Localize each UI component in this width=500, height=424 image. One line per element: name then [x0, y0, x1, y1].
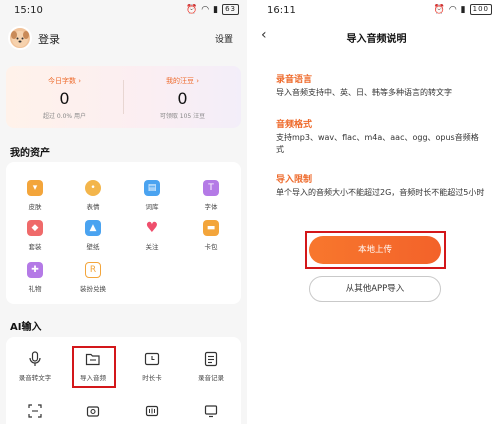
ai-label: 录音记录	[198, 374, 224, 382]
dog-avatar-icon	[11, 31, 29, 47]
alarm-icon: ⏰	[186, 4, 199, 15]
ai-item-video[interactable]	[123, 403, 181, 419]
asset-item-cardpack[interactable]: ▬ 卡包	[182, 220, 240, 251]
asset-label: 礼物	[28, 285, 42, 293]
wifi-icon: ◠	[201, 4, 211, 15]
exchange-icon: R	[85, 262, 101, 278]
asset-item-skin[interactable]: ▾ 皮肤	[6, 180, 64, 211]
battery-icon: 100	[469, 4, 492, 15]
gift-icon: ✚	[27, 262, 43, 278]
status-icons: ⏰ ◠ ▮ 63	[186, 4, 239, 15]
ai-item-scan[interactable]	[6, 403, 64, 419]
clock-card-icon	[144, 351, 160, 367]
highlight-local-upload	[305, 231, 446, 269]
status-bar: 15:10 ⏰ ◠ ▮ 63	[0, 0, 247, 22]
stat-subtext: 可领取 105 汪豆	[159, 113, 206, 120]
stats-card: 今日字数 › 0 超过 0.0% 用户 我的汪豆 › 0 可领取 105 汪豆	[6, 66, 241, 128]
asset-item-wallpaper[interactable]: ▲ 壁纸	[64, 220, 122, 251]
ai-label: 时长卡	[142, 374, 162, 382]
asset-item-exchange[interactable]: R 装扮兑换	[64, 262, 122, 293]
ai-label: 录音转文字	[18, 374, 52, 382]
wallpaper-icon: ▲	[85, 220, 101, 236]
battery-icon: 63	[222, 4, 239, 15]
signal-icon: ▮	[460, 4, 467, 15]
ai-input-title: AI输入	[10, 322, 42, 333]
asset-label: 字体	[204, 203, 218, 211]
asset-item-suit[interactable]: ◆ 套装	[6, 220, 64, 251]
font-icon: T	[203, 180, 219, 196]
wifi-icon: ◠	[448, 4, 458, 15]
wangdou-stat[interactable]: 我的汪豆 › 0 可领取 105 汪豆	[124, 66, 241, 128]
login-link[interactable]: 登录	[38, 31, 60, 47]
section-body-language: 导入音频支持中、英、日、韩等多种语言的转文字	[276, 88, 452, 97]
scan-icon	[27, 403, 43, 419]
record-list-icon	[203, 351, 219, 367]
asset-label: 壁纸	[86, 243, 100, 251]
asset-item-gift[interactable]: ✚ 礼物	[6, 262, 64, 293]
section-heading-format: 音频格式	[276, 120, 313, 130]
import-from-other-app-button[interactable]: 从其他APP导入	[309, 276, 441, 302]
book-icon: ▤	[144, 180, 160, 196]
asset-label: 表情	[86, 203, 100, 211]
asset-item-lexicon[interactable]: ▤ 词库	[123, 180, 181, 211]
signal-icon: ▮	[213, 4, 220, 15]
stat-value: 0	[59, 89, 70, 108]
camera-icon	[85, 403, 101, 419]
suit-icon: ◆	[27, 220, 43, 236]
stat-subtext: 超过 0.0% 用户	[42, 113, 87, 120]
stat-title: 今日字数 ›	[47, 77, 82, 85]
ai-item-record-history[interactable]: 录音记录	[182, 351, 240, 382]
settings-button[interactable]: 设置	[215, 32, 233, 45]
import-audio-info-screen: 16:11 ⏰ ◠ ▮ 100 ‹ 导入音频说明 录音语言 导入音频支持中、英、…	[253, 0, 500, 424]
mic-icon	[27, 351, 43, 367]
asset-label: 装扮兑换	[80, 285, 106, 293]
status-bar: 16:11 ⏰ ◠ ▮ 100	[253, 0, 500, 22]
video-icon	[144, 403, 160, 419]
asset-label: 卡包	[204, 243, 218, 251]
stat-title: 我的汪豆 ›	[165, 77, 200, 85]
status-time: 16:11	[267, 5, 296, 16]
alarm-icon: ⏰	[433, 4, 446, 15]
emoji-icon: •	[85, 180, 101, 196]
profile-header: 登录 设置	[0, 24, 247, 52]
screen-icon	[203, 403, 219, 419]
today-words-stat[interactable]: 今日字数 › 0 超过 0.0% 用户	[6, 66, 123, 128]
ai-item-screen[interactable]	[182, 403, 240, 419]
assets-grid: ▾ 皮肤 • 表情 ▤ 词库 T 字体 ◆ 套装 ▲ 壁纸 ♥ 关注 ▬ 卡包 …	[6, 162, 241, 304]
asset-item-follow[interactable]: ♥ 关注	[123, 220, 181, 251]
asset-label: 套装	[28, 243, 42, 251]
asset-item-font[interactable]: T 字体	[182, 180, 240, 211]
asset-label: 皮肤	[28, 203, 42, 211]
status-time: 15:10	[14, 5, 43, 16]
section-heading-limit: 导入限制	[276, 175, 313, 185]
section-heading-language: 录音语言	[276, 75, 313, 85]
status-icons: ⏰ ◠ ▮ 100	[434, 4, 492, 15]
assets-title: 我的资产	[10, 148, 50, 159]
page-title: 导入音频说明	[346, 34, 407, 45]
ai-input-grid: 录音转文字 导入音频 时长卡 录音记录	[6, 337, 241, 424]
shirt-icon: ▾	[27, 180, 43, 196]
asset-label: 关注	[145, 243, 159, 251]
ai-item-voice-to-text[interactable]: 录音转文字	[6, 351, 64, 382]
asset-label: 词库	[145, 203, 159, 211]
stat-value: 0	[177, 89, 188, 108]
avatar[interactable]	[8, 26, 32, 50]
section-body-format: 支持mp3、wav、flac、m4a、aac、ogg、opus音频格式	[276, 133, 479, 154]
section-body-limit: 单个导入的音频大小不能超过2G，音频时长不能超过5小时	[276, 188, 485, 197]
highlight-import-audio	[72, 346, 116, 388]
profile-screen: 15:10 ⏰ ◠ ▮ 63 登录 设置 今日字数 › 0 超过 0.0% 用户	[0, 0, 247, 424]
card-icon: ▬	[203, 220, 219, 236]
ai-item-duration-card[interactable]: 时长卡	[123, 351, 181, 382]
heart-icon: ♥	[145, 220, 159, 236]
asset-item-emoji[interactable]: • 表情	[64, 180, 122, 211]
ai-item-camera[interactable]	[64, 403, 122, 419]
